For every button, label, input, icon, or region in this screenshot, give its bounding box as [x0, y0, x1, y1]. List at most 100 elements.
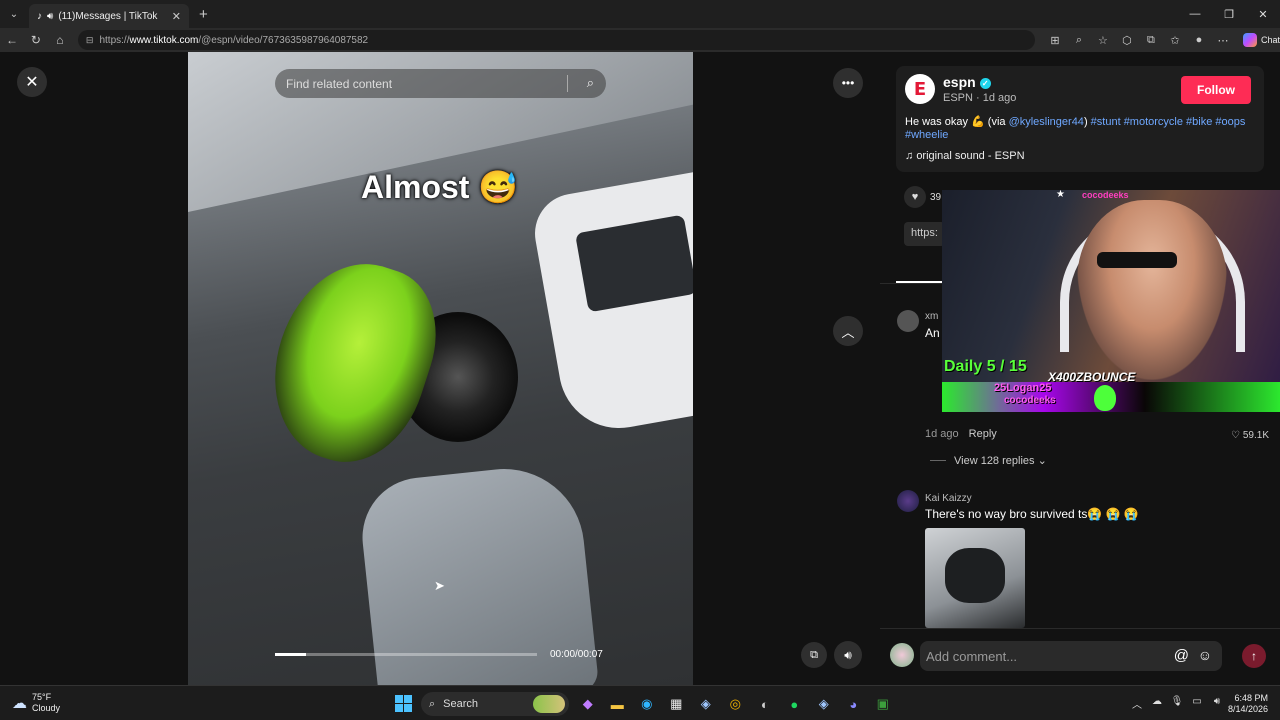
comment-placeholder: Add comment...: [926, 648, 1018, 664]
mic-icon[interactable]: 🎙︎: [1167, 696, 1187, 711]
heart-outline-icon: ♡: [1231, 430, 1243, 441]
tiktok-icon: ♪: [37, 10, 42, 22]
related-search-input[interactable]: Find related content ⌕: [275, 69, 606, 98]
url-prefix: https://: [99, 34, 130, 46]
discord-icon[interactable]: ◕: [839, 692, 869, 716]
copilot-chat-button[interactable]: Chat: [1242, 33, 1280, 47]
edge-icon[interactable]: ◉: [632, 692, 662, 716]
video-progress-bar[interactable]: [275, 653, 537, 656]
network-icon[interactable]: ▭: [1187, 696, 1207, 711]
taskbar-search[interactable]: ⌕ Search: [421, 692, 569, 716]
emoji-icon[interactable]: ☺: [1198, 647, 1212, 663]
comment-avatar[interactable]: [897, 310, 919, 332]
app-icon[interactable]: ◐: [750, 692, 780, 716]
replies-line: [930, 460, 946, 461]
search-divider: [567, 75, 568, 92]
tab-actions-menu[interactable]: ⌄: [3, 3, 25, 25]
comment-avatar[interactable]: [897, 490, 919, 512]
close-tab-icon[interactable]: ✕: [172, 10, 181, 23]
spotify-icon[interactable]: ●: [780, 692, 810, 716]
related-search-placeholder: Find related content: [286, 76, 393, 91]
more-options-button[interactable]: •••: [833, 68, 863, 98]
xbox-icon[interactable]: ▣: [868, 692, 898, 716]
espn-avatar[interactable]: E: [905, 74, 935, 104]
favorites-icon[interactable]: ✩: [1163, 34, 1187, 47]
follow-button[interactable]: Follow: [1181, 76, 1251, 104]
chrome-icon[interactable]: ◎: [721, 692, 751, 716]
onedrive-icon[interactable]: ☁: [1147, 696, 1167, 711]
comment-input[interactable]: Add comment... @ ☺: [920, 641, 1222, 671]
ellipsis-icon: •••: [841, 76, 855, 90]
heart-icon[interactable]: ♥: [904, 186, 926, 208]
search-icon[interactable]: ⌕: [587, 75, 594, 91]
post-comment-button[interactable]: ↑: [1242, 644, 1266, 668]
comment-input-bar: Add comment... @ ☺ ↑: [880, 628, 1280, 685]
speaker-icon[interactable]: 🔊︎: [47, 11, 53, 22]
taskbar-search-label: Search: [443, 698, 479, 710]
store-icon[interactable]: ▦: [662, 692, 692, 716]
back-icon[interactable]: ←: [0, 28, 24, 52]
copilot-label: Chat: [1260, 35, 1280, 45]
browser-tab[interactable]: ♪ 🔊︎ (11)Messages | TikTok ✕: [29, 4, 189, 28]
copilot-app-icon[interactable]: ◆: [573, 692, 603, 716]
author-username[interactable]: espn ✓: [943, 74, 991, 90]
volume-button[interactable]: 🔊︎: [834, 641, 862, 669]
comment-image[interactable]: [925, 528, 1025, 628]
sound-link[interactable]: ♫ original sound - ESPN: [905, 150, 1025, 162]
home-icon[interactable]: ⌂: [48, 28, 72, 52]
app-available-icon[interactable]: ⊞: [1043, 34, 1067, 47]
video-player[interactable]: Find related content ⌕ Almost 😅 00:00/00…: [188, 52, 693, 685]
like-count: 39: [930, 191, 942, 203]
close-window-icon[interactable]: ✕: [1246, 0, 1280, 28]
profile-icon[interactable]: ●: [1187, 34, 1211, 47]
split-screen-icon[interactable]: ⧉: [1139, 34, 1163, 47]
address-toolbar: ← ↻ ⌂ ⊟ https://www.tiktok.com/@espn/vid…: [0, 28, 1280, 52]
view-replies-button[interactable]: View 128 replies ⌄: [930, 454, 1047, 467]
minimize-icon[interactable]: —: [1178, 0, 1212, 28]
chevron-down-icon: ⌄: [1034, 455, 1047, 467]
streamer-face: [1077, 200, 1227, 380]
copy-link-field[interactable]: https:: [904, 222, 945, 246]
video-scene-motorcycle: [250, 243, 456, 481]
comment-text: An: [925, 326, 940, 340]
close-video-button[interactable]: ✕: [17, 67, 47, 97]
more-menu-icon[interactable]: ⋯: [1211, 34, 1235, 47]
tray-overflow-icon[interactable]: ︿: [1127, 696, 1147, 711]
search-highlight-icon: [533, 695, 565, 713]
previous-video-button[interactable]: ︿: [833, 316, 863, 346]
sound-name: original sound - ESPN: [916, 150, 1025, 162]
new-tab-button[interactable]: +: [199, 6, 208, 23]
refresh-icon[interactable]: ↻: [24, 28, 48, 52]
file-explorer-icon[interactable]: ▬: [603, 692, 633, 716]
video-timecode: 00:00/00:07: [550, 649, 603, 660]
favorite-star-icon[interactable]: ☆: [1091, 34, 1115, 47]
mention-icon[interactable]: @: [1174, 647, 1189, 664]
taskbar-clock[interactable]: 6:48 PM 8/14/2026: [1224, 693, 1268, 715]
extensions-icon[interactable]: ⬡: [1115, 34, 1139, 47]
user-avatar: [890, 643, 914, 667]
browser-tools: ⊞ ⌕ ☆ ⬡ ⧉ ✩ ● ⋯: [1043, 34, 1235, 47]
site-info-icon[interactable]: ⊟: [86, 35, 94, 46]
stream-alert-channel: cocodeeks: [1004, 395, 1056, 406]
steam-alt-icon[interactable]: ◈: [809, 692, 839, 716]
taskbar-apps: ◆ ▬ ◉ ▦ ◈ ◎ ◐ ● ◈ ◕ ▣: [573, 692, 898, 716]
comment-text: There's no way bro survived ts😭 😭 😭: [925, 507, 1139, 521]
view-replies-label: View 128 replies: [954, 454, 1035, 467]
weather-text: 75°F Cloudy: [32, 692, 60, 714]
music-note-icon: ♫: [905, 150, 917, 162]
comment-author[interactable]: Kai Kaizzy: [925, 493, 972, 504]
comment-like-button[interactable]: ♡ 59.1K: [1231, 430, 1269, 441]
start-button-icon[interactable]: [395, 695, 412, 712]
arrow-up-icon: ↑: [1251, 649, 1257, 663]
picture-in-picture-button[interactable]: ⧉: [801, 642, 827, 668]
zoom-icon[interactable]: ⌕: [1067, 34, 1091, 47]
mention-link[interactable]: @kyleslinger44: [1009, 116, 1084, 128]
maximize-icon[interactable]: ❐: [1212, 0, 1246, 28]
url-path: /@espn/video/7673635987964087582: [198, 34, 369, 46]
clock-date: 8/14/2026: [1227, 704, 1268, 714]
address-bar[interactable]: ⊟ https://www.tiktok.com/@espn/video/767…: [77, 30, 1035, 50]
reply-button[interactable]: Reply: [969, 428, 997, 440]
comment-author[interactable]: xm: [925, 311, 938, 322]
weather-widget[interactable]: ☁ 75°F Cloudy: [12, 692, 60, 714]
steam-icon[interactable]: ◈: [691, 692, 721, 716]
